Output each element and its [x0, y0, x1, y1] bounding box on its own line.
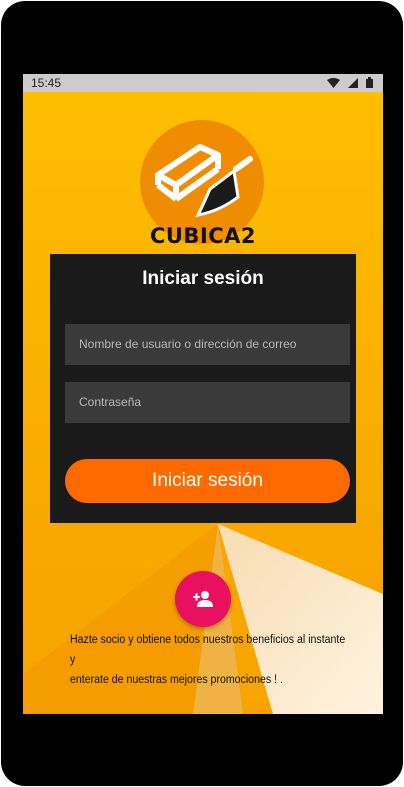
password-input[interactable]: Contraseña: [65, 382, 350, 423]
signup-promo-text: Hazte socio y obtiene todos nuestros ben…: [70, 630, 346, 690]
app-screen: 15:45 CUBICA2 Iniciar sesión Nombre de u…: [23, 74, 383, 714]
login-button[interactable]: Iniciar sesión: [65, 459, 350, 503]
battery-icon: [366, 77, 373, 88]
promo-line-1: Hazte socio y obtiene todos nuestros ben…: [70, 634, 346, 666]
username-input[interactable]: Nombre de usuario o dirección de correo: [65, 324, 350, 365]
login-panel: Iniciar sesión Nombre de usuario o direc…: [50, 254, 356, 523]
status-bar: 15:45: [23, 74, 383, 92]
add-person-icon: [193, 591, 213, 607]
promo-line-2: enterate de nuestras mejores promociones…: [70, 674, 283, 686]
status-time: 15:45: [31, 76, 62, 90]
wifi-icon: [327, 77, 340, 88]
signup-fab-button[interactable]: [175, 571, 231, 627]
login-title: Iniciar sesión: [142, 268, 264, 289]
brand-name: CUBICA2: [149, 224, 257, 248]
device-frame: 15:45 CUBICA2 Iniciar sesión Nombre de u…: [1, 1, 403, 786]
signal-icon: [348, 77, 358, 88]
